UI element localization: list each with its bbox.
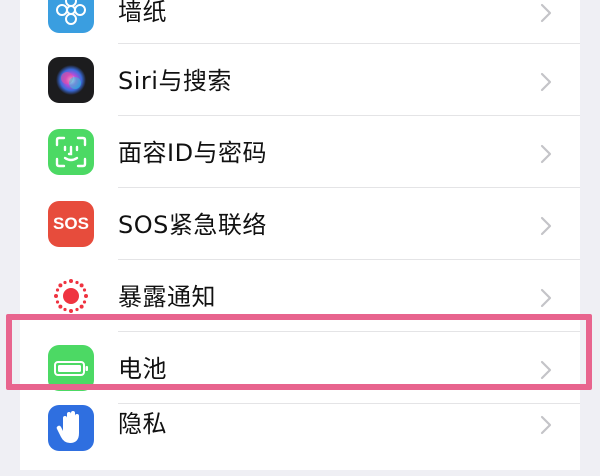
face-id-icon: [48, 129, 94, 175]
chevron-right-icon: [540, 415, 552, 435]
settings-row-battery[interactable]: 电池: [20, 332, 580, 404]
sos-icon: SOS: [48, 201, 94, 247]
chevron-right-icon: [540, 360, 552, 380]
chevron-right-icon: [540, 216, 552, 236]
wallpaper-flower-icon: [48, 0, 94, 33]
siri-icon: [48, 57, 94, 103]
settings-row-exposure-notifications[interactable]: 暴露通知: [20, 260, 580, 332]
chevron-right-icon: [540, 144, 552, 164]
settings-row-label: 电池: [118, 355, 167, 383]
settings-row-label: 墙纸: [118, 0, 167, 26]
battery-icon: [48, 345, 94, 391]
settings-row-emergency-sos[interactable]: SOS SOS紧急联络: [20, 188, 580, 260]
settings-row-privacy[interactable]: 隐私: [20, 404, 580, 476]
chevron-right-icon: [540, 288, 552, 308]
settings-row-label: Siri与搜索: [118, 67, 232, 95]
settings-row-label: SOS紧急联络: [118, 211, 267, 239]
settings-row-label: 隐私: [118, 410, 167, 438]
chevron-right-icon: [540, 72, 552, 92]
privacy-hand-icon: [48, 405, 94, 451]
settings-row-label: 面容ID与密码: [118, 139, 268, 167]
settings-row-siri[interactable]: Siri与搜索: [20, 44, 580, 116]
settings-row-label: 暴露通知: [118, 283, 216, 311]
settings-list: 墙纸 Siri与搜索 面容ID与密码 SOS SOS紧急联络 暴露通知 电池 隐…: [20, 0, 580, 470]
settings-row-face-id[interactable]: 面容ID与密码: [20, 116, 580, 188]
chevron-right-icon: [540, 3, 552, 23]
exposure-notification-icon: [48, 273, 94, 319]
